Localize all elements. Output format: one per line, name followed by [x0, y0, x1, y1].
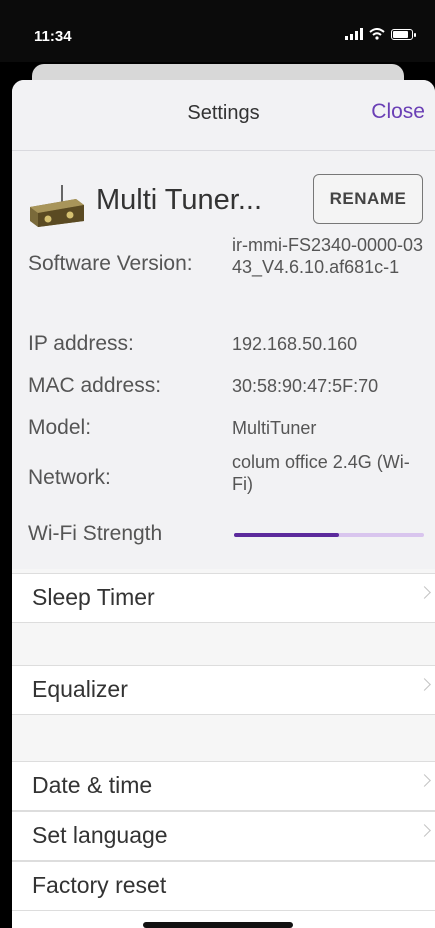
rename-button[interactable]: RENAME [313, 174, 423, 224]
chevron-right-icon [418, 586, 431, 599]
device-info-panel: Multi Tuner... RENAME Software Version: … [12, 151, 435, 569]
status-icons [345, 28, 416, 40]
mac-address-value: 30:58:90:47:5F:70 [232, 376, 379, 396]
menu-item-label: Factory reset [32, 872, 167, 898]
battery-icon [391, 28, 416, 40]
mac-address-label: MAC address: [28, 374, 162, 397]
radio-device-icon [30, 185, 84, 227]
spacer [12, 715, 435, 761]
chevron-right-icon [418, 824, 431, 837]
settings-sheet: Settings Close Multi Tuner... RENAME Sof… [12, 80, 435, 928]
ip-address-value: 192.168.50.160 [232, 334, 358, 354]
wifi-strength-label: Wi-Fi Strength [28, 522, 163, 545]
status-bar: 11:34 [0, 0, 435, 62]
home-indicator [143, 922, 293, 928]
device-name: Multi Tuner... [96, 184, 263, 216]
model-label: Model: [28, 416, 92, 439]
menu-item-set-language[interactable]: Set language [12, 811, 435, 861]
close-button[interactable]: Close [371, 100, 425, 124]
menu-item-label: Date & time [32, 772, 153, 798]
software-version-value: ir-mmi-FS2340-0000-0343_V4.6.10.af681c-1 [232, 235, 424, 277]
nav-bar: Settings Close [12, 80, 435, 151]
menu-item-label: Sleep Timer [32, 584, 155, 610]
spacer [12, 623, 435, 665]
chevron-right-icon [418, 774, 431, 787]
status-time: 11:34 [34, 28, 72, 45]
menu-item-equalizer[interactable]: Equalizer [12, 665, 435, 715]
software-version-label: Software Version: [28, 252, 193, 275]
cellular-signal-icon [345, 28, 363, 40]
wifi-strength-bar [234, 533, 424, 537]
menu-item-factory-reset[interactable]: Factory reset [12, 861, 435, 911]
menu-item-sleep-timer[interactable]: Sleep Timer [12, 573, 435, 623]
wifi-strength-fill [234, 533, 339, 537]
network-label: Network: [28, 466, 111, 489]
menu-item-date-time[interactable]: Date & time [12, 761, 435, 811]
chevron-right-icon [418, 678, 431, 691]
menu-item-label: Equalizer [32, 676, 128, 702]
ip-address-label: IP address: [28, 332, 134, 355]
model-value: MultiTuner [232, 418, 317, 438]
menu-item-label: Set language [32, 822, 168, 848]
wifi-icon [369, 28, 385, 40]
network-value: colum office 2.4G (Wi-Fi) [232, 452, 410, 494]
